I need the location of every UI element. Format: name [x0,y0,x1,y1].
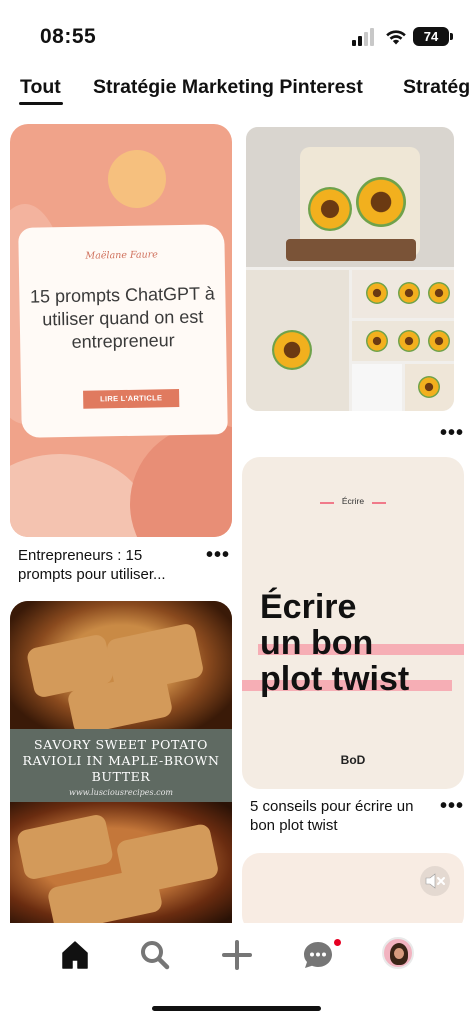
more-options-icon[interactable]: ••• [440,423,464,443]
mute-icon[interactable] [420,866,450,896]
sunflower-motif [418,376,440,398]
pin-kicker: Écrire [341,496,365,506]
pin-big-title-line1: Écrire [260,588,357,626]
pin-headline: 15 prompts ChatGPT à utiliser quand on e… [29,283,215,352]
pin-author: Maëlane Faure [85,249,158,262]
pin-crochet-image[interactable] [246,127,454,411]
battery-indicator: 74 [413,27,449,46]
sunflower-motif [428,282,450,304]
status-bar: 08:55 74 [0,0,473,70]
pin-brand: BoD [340,753,366,767]
crochet-bag-photo [246,127,454,267]
sunflower-motif [366,330,388,352]
more-options-icon[interactable]: ••• [440,796,464,816]
decor-sun [108,150,166,208]
wifi-icon [386,30,406,45]
board-tabs: Tout Stratégie Marketing Pinterest Strat… [0,72,473,112]
kicker-line [372,502,386,504]
messages-notification-badge [333,938,342,947]
recipe-url: www.lusciousrecipes.com [68,788,174,797]
tab-strategie-marketing-pinterest[interactable]: Stratégie Marketing Pinterest [93,76,363,99]
ravioli-piece [46,866,164,923]
sunflower-motif [398,282,420,304]
sunflower-motif [272,330,312,370]
crochet-photo-tile [352,321,454,361]
pin-big-title-line3: plot twist [260,660,410,698]
ravioli-piece [15,813,115,881]
sunflower-motif [356,177,406,227]
tab-tout[interactable]: Tout [20,76,61,99]
crochet-pattern-chart [352,364,402,411]
more-options-icon[interactable]: ••• [206,545,230,565]
ravioli-photo-top [10,601,232,736]
cellular-signal-icon [352,28,378,46]
crochet-photo-tile [352,270,454,318]
recipe-title: SAVORY SWEET POTATO RAVIOLI IN MAPLE-BRO… [22,737,220,784]
battery-nub [450,33,453,40]
pin-entrepreneur-image[interactable]: Maëlane Faure 15 prompts ChatGPT à utili… [10,124,232,537]
tab-strategie-truncated[interactable]: Stratég [403,76,470,99]
pin-ravioli-image[interactable]: SAVORY SWEET POTATO RAVIOLI IN MAPLE-BRO… [10,601,232,923]
sunflower-motif [398,330,420,352]
pin-text-card: Maëlane Faure 15 prompts ChatGPT à utili… [18,224,228,438]
sunflower-motif [366,282,388,304]
pin-caption-plot-twist[interactable]: 5 conseils pour écrire un bon plot twist [250,797,440,835]
search-icon[interactable] [137,937,173,973]
decor-shape [10,454,150,537]
profile-avatar[interactable] [382,937,414,969]
crochet-photo-tile [405,364,454,411]
read-article-label: LIRE L'ARTICLE [83,389,180,409]
sunflower-motif [308,187,352,231]
decor-shape [130,424,232,537]
wood-board [286,239,416,261]
add-icon[interactable] [219,937,255,973]
ravioli-photo-bottom [10,802,232,923]
status-time: 08:55 [40,25,97,48]
crochet-photo-tile [246,270,349,411]
avatar-face [394,948,404,959]
home-icon[interactable] [57,937,93,973]
pin-caption-entrepreneur[interactable]: Entrepreneurs : 15 prompts pour utiliser… [18,546,198,584]
recipe-banner: SAVORY SWEET POTATO RAVIOLI IN MAPLE-BRO… [10,729,232,802]
messages-icon[interactable] [300,937,336,973]
tab-selected-indicator [19,102,63,105]
pin-plot-twist-image[interactable]: Écrire Écrire un bon plot twist BoD [242,457,464,789]
pin-big-title-line2: un bon [260,624,374,662]
home-indicator [152,1006,321,1011]
sunflower-motif [428,330,450,352]
